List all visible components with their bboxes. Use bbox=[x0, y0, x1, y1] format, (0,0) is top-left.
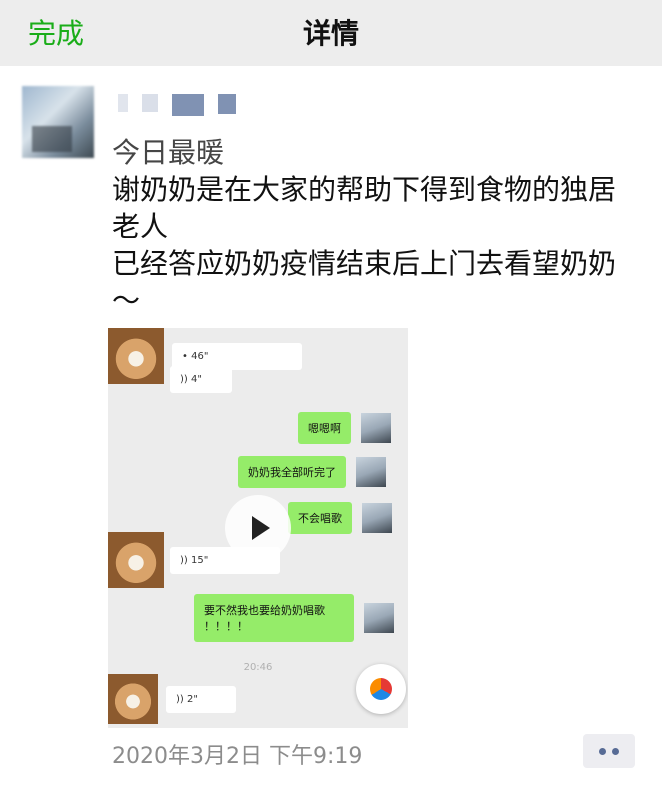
navigation-bar: 完成 详情 bbox=[0, 0, 662, 66]
voice-bubble: )) 4" bbox=[170, 366, 232, 393]
chat-row: )) 2" bbox=[108, 674, 236, 724]
chat-row: 奶奶我全部听完了 bbox=[238, 456, 386, 488]
floating-menu-icon[interactable] bbox=[356, 664, 406, 714]
dog-avatar bbox=[108, 328, 164, 384]
post-line-3: 已经答应奶奶疫情结束后上门去看望奶奶～ bbox=[112, 247, 617, 317]
video-thumbnail[interactable]: • 46" )) 4" 嗯嗯啊 奶奶我全部听完了 不会唱歌 )) 15" 要不然… bbox=[108, 328, 408, 728]
self-avatar bbox=[356, 457, 386, 487]
post-line-2: 谢奶奶是在大家的帮助下得到食物的独居老人 bbox=[112, 173, 617, 243]
username-blurred[interactable] bbox=[118, 94, 236, 116]
voice-icon: )) bbox=[176, 693, 184, 705]
self-avatar bbox=[361, 413, 391, 443]
text-bubble: 奶奶我全部听完了 bbox=[238, 456, 346, 488]
play-icon[interactable] bbox=[225, 495, 291, 561]
text-bubble: 嗯嗯啊 bbox=[298, 412, 351, 444]
chat-row: )) 4" bbox=[170, 366, 232, 393]
post-timestamp: 2020年3月2日 下午9:19 bbox=[112, 744, 363, 769]
dog-avatar bbox=[108, 674, 158, 724]
text-bubble: 要不然我也要给奶奶唱歌 ！！！！ bbox=[194, 594, 354, 642]
voice-icon: • bbox=[182, 350, 188, 362]
text-bubble: 不会唱歌 bbox=[288, 502, 352, 534]
self-avatar bbox=[362, 503, 392, 533]
moment-post: 今日最暖 谢奶奶是在大家的帮助下得到食物的独居老人 已经答应奶奶疫情结束后上门去… bbox=[0, 66, 662, 800]
avatar[interactable] bbox=[22, 86, 94, 158]
more-dots-icon[interactable] bbox=[583, 734, 635, 768]
voice-icon: )) bbox=[180, 554, 188, 566]
self-avatar bbox=[364, 603, 394, 633]
voice-icon: )) bbox=[180, 374, 188, 385]
chat-row: 要不然我也要给奶奶唱歌 ！！！！ bbox=[194, 594, 394, 642]
chat-row: 嗯嗯啊 bbox=[298, 412, 391, 444]
post-text: 今日最暖 谢奶奶是在大家的帮助下得到食物的独居老人 已经答应奶奶疫情结束后上门去… bbox=[112, 134, 642, 319]
post-line-1: 今日最暖 bbox=[112, 136, 225, 169]
chat-row: 不会唱歌 bbox=[288, 502, 392, 534]
voice-bubble: )) 2" bbox=[166, 685, 236, 713]
dog-avatar bbox=[108, 532, 164, 588]
page-title: 详情 bbox=[302, 17, 359, 50]
